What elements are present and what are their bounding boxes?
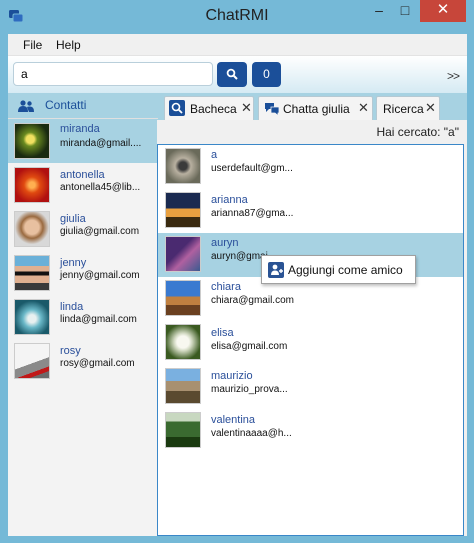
contact-email: rosy@gmail.com — [60, 358, 135, 369]
contact-name: giulia — [60, 213, 86, 225]
expand-chevron-icon[interactable]: >> — [447, 69, 460, 83]
result-email: userdefault@gm... — [211, 163, 293, 174]
main-area: File Help 0 >> Contatti — [8, 34, 467, 536]
results-list: a userdefault@gm... arianna arianna87@gm… — [157, 144, 464, 536]
close-tab-icon[interactable]: ✕ — [358, 100, 369, 116]
menu-file[interactable]: File — [23, 38, 42, 52]
contacts-title: Contatti — [45, 98, 87, 112]
search-icon — [169, 100, 185, 116]
avatar — [14, 343, 50, 379]
result-email: arianna87@gma... — [211, 208, 294, 219]
context-menu: Aggiungi come amico — [261, 255, 416, 284]
result-email: chiara@gmail.com — [211, 295, 294, 306]
tab-label: Chatta giulia — [283, 102, 350, 116]
result-item[interactable]: arianna arianna87@gma... — [158, 189, 463, 233]
avatar — [165, 280, 201, 316]
close-tab-icon[interactable]: ✕ — [425, 100, 436, 116]
contact-name: rosy — [60, 345, 81, 357]
result-name: elisa — [211, 327, 234, 339]
close-button[interactable]: ✕ — [420, 0, 466, 22]
result-item[interactable]: a userdefault@gm... — [158, 145, 463, 189]
tab-chatta-giulia[interactable]: Chatta giulia ✕ — [258, 96, 373, 120]
result-name: chiara — [211, 281, 241, 293]
contact-item[interactable]: miranda miranda@gmail.... — [8, 119, 158, 163]
contact-email: linda@gmail.com — [60, 314, 137, 325]
contact-name: linda — [60, 301, 84, 313]
tab-bacheca[interactable]: Bacheca ✕ — [164, 96, 254, 120]
people-icon — [18, 100, 34, 112]
app-window: ChatRMI – □ ✕ File Help 0 >> — [0, 0, 474, 543]
result-email: maurizio_prova... — [211, 384, 288, 395]
contact-item[interactable]: jenny jenny@gmail.com — [8, 251, 158, 295]
contacts-list: miranda miranda@gmail.... antonella anto… — [8, 118, 158, 536]
result-email: elisa@gmail.com — [211, 341, 288, 352]
contact-email: giulia@gmail.com — [60, 226, 140, 237]
avatar — [14, 123, 50, 159]
avatar — [14, 167, 50, 203]
search-summary: Hai cercato: "a" — [376, 125, 459, 139]
search-toolbar: 0 >> — [8, 56, 467, 93]
add-user-icon — [268, 262, 284, 278]
search-panel: Hai cercato: "a" a userdefault@gm... ari… — [157, 120, 467, 536]
result-item[interactable]: maurizio maurizio_prova... — [158, 365, 463, 409]
chat-icon — [265, 103, 280, 116]
result-item[interactable]: elisa elisa@gmail.com — [158, 321, 463, 365]
avatar — [165, 236, 201, 272]
contact-item[interactable]: giulia giulia@gmail.com — [8, 207, 158, 251]
contact-name: miranda — [60, 123, 100, 135]
contacts-header: Contatti — [8, 93, 158, 117]
avatar — [14, 255, 50, 291]
add-friend-menu-item[interactable]: Aggiungi come amico — [288, 263, 403, 277]
tab-label: Bacheca — [190, 102, 237, 116]
result-name: arianna — [211, 194, 248, 206]
search-button[interactable] — [217, 62, 247, 87]
result-item[interactable]: valentina valentinaaaa@h... — [158, 409, 463, 453]
result-name: maurizio — [211, 370, 253, 382]
contact-item[interactable]: antonella antonella45@lib... — [8, 163, 158, 207]
contact-email: antonella45@lib... — [60, 182, 141, 193]
result-name: auryn — [211, 237, 239, 249]
avatar — [14, 211, 50, 247]
result-email: auryn@gmai — [211, 251, 268, 262]
maximize-button[interactable]: □ — [392, 0, 418, 22]
contact-name: antonella — [60, 169, 105, 181]
avatar — [165, 148, 201, 184]
close-tab-icon[interactable]: ✕ — [241, 100, 252, 116]
notification-count-button[interactable]: 0 — [252, 62, 281, 87]
contact-email: miranda@gmail.... — [60, 138, 142, 149]
search-input[interactable] — [13, 62, 213, 86]
result-name: a — [211, 149, 218, 161]
avatar — [14, 299, 50, 335]
result-email: valentinaaaa@h... — [211, 428, 292, 439]
tab-ricerca[interactable]: Ricerca ✕ — [376, 96, 440, 120]
menu-bar: File Help — [8, 34, 467, 56]
avatar — [165, 412, 201, 448]
avatar — [165, 324, 201, 360]
contact-item[interactable]: rosy rosy@gmail.com — [8, 339, 158, 383]
contact-name: jenny — [60, 257, 87, 269]
search-icon — [226, 68, 238, 80]
title-bar[interactable]: ChatRMI – □ ✕ — [0, 0, 474, 34]
contact-item[interactable]: linda linda@gmail.com — [8, 295, 158, 339]
contact-email: jenny@gmail.com — [60, 270, 140, 281]
tab-label: Ricerca — [383, 102, 424, 116]
avatar — [165, 192, 201, 228]
result-name: valentina — [211, 414, 256, 426]
menu-help[interactable]: Help — [56, 38, 81, 52]
minimize-button[interactable]: – — [366, 0, 392, 22]
avatar — [165, 368, 201, 404]
